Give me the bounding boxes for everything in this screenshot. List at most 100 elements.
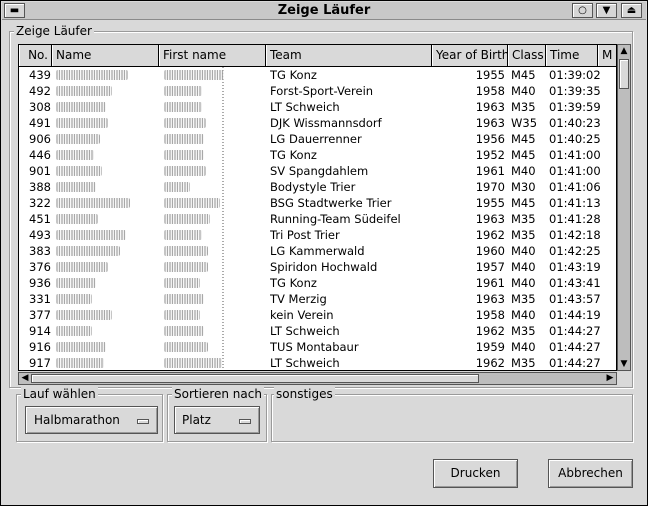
column-header-m[interactable]: M bbox=[598, 45, 616, 66]
cell-team: LG Kammerwald bbox=[270, 244, 365, 258]
column-header-year-of-birth[interactable]: Year of Birth bbox=[432, 45, 508, 66]
table-row[interactable]: 914 LT Schweich 1962 M35 01:44:27 bbox=[19, 323, 616, 339]
cell-team: LT Schweich bbox=[270, 100, 340, 114]
horizontal-scrollbar[interactable]: ◀ ▶ bbox=[18, 372, 617, 385]
cell-no: 493 bbox=[29, 228, 51, 242]
table-row[interactable]: 331 TV Merzig 1963 M35 01:43:57 bbox=[19, 291, 616, 307]
cell-year-of-birth: 1962 bbox=[475, 356, 505, 370]
dialog-window: ▬ Zeige Läufer ○ ▼ ⏏ Zeige Läufer No. Na… bbox=[0, 0, 648, 506]
cell-time: 01:40:23 bbox=[549, 116, 601, 130]
cell-team: SV Spangdahlem bbox=[270, 164, 369, 178]
table-row[interactable]: 383 LG Kammerwald 1960 M40 01:42:25 bbox=[19, 243, 616, 259]
cell-class: M30 bbox=[511, 180, 536, 194]
runners-group-legend: Zeige Läufer bbox=[14, 24, 94, 38]
cell-class: M35 bbox=[511, 228, 536, 242]
scroll-up-icon[interactable]: ▲ bbox=[618, 46, 630, 56]
cell-first-name-redacted bbox=[164, 182, 190, 192]
table-row[interactable]: 906 LG Dauerrenner 1956 M45 01:40:25 bbox=[19, 131, 616, 147]
cell-no: 446 bbox=[29, 148, 51, 162]
column-header-time[interactable]: Time bbox=[546, 45, 598, 66]
cell-no: 376 bbox=[29, 260, 51, 274]
cell-year-of-birth: 1956 bbox=[475, 132, 505, 146]
column-header-first-name[interactable]: First name bbox=[159, 45, 266, 66]
column-header-no[interactable]: No. bbox=[19, 45, 52, 66]
cell-first-name-redacted bbox=[164, 134, 204, 144]
cell-class: M40 bbox=[511, 308, 536, 322]
cell-team: BSG Stadtwerke Trier bbox=[270, 196, 392, 210]
column-header-name[interactable]: Name bbox=[52, 45, 159, 66]
title-bar[interactable]: ▬ Zeige Läufer ○ ▼ ⏏ bbox=[2, 2, 646, 20]
print-button[interactable]: Drucken bbox=[433, 459, 518, 488]
race-select-menu[interactable]: Halbmarathon bbox=[25, 406, 158, 434]
cancel-button[interactable]: Abbrechen bbox=[548, 459, 633, 488]
scroll-down-icon[interactable]: ▼ bbox=[618, 359, 630, 369]
sort-select-menu[interactable]: Platz bbox=[174, 406, 260, 434]
cell-name-redacted bbox=[56, 294, 92, 304]
cell-first-name-redacted bbox=[164, 214, 210, 224]
table-header: No. Name First name Team Year of Birth C… bbox=[19, 45, 616, 67]
column-header-class[interactable]: Class bbox=[508, 45, 546, 66]
scroll-left-icon[interactable]: ◀ bbox=[19, 373, 31, 383]
cell-name-redacted bbox=[56, 70, 128, 80]
cell-name-redacted bbox=[56, 102, 106, 112]
table-row[interactable]: 901 SV Spangdahlem 1961 M40 01:41:00 bbox=[19, 163, 616, 179]
restore-button[interactable]: ○ bbox=[572, 3, 593, 18]
table-row[interactable]: 451 Running-Team Südeifel 1963 M35 01:41:28 bbox=[19, 211, 616, 227]
cell-class: M45 bbox=[511, 132, 536, 146]
horizontal-scroll-thumb[interactable] bbox=[31, 374, 479, 383]
cell-time: 01:39:02 bbox=[549, 68, 601, 82]
cell-year-of-birth: 1963 bbox=[475, 116, 505, 130]
cell-year-of-birth: 1963 bbox=[475, 100, 505, 114]
table-row[interactable]: 308 LT Schweich 1963 M35 01:39:59 bbox=[19, 99, 616, 115]
table-row[interactable]: 916 TUS Montabaur 1959 M40 01:44:27 bbox=[19, 339, 616, 355]
cell-no: 377 bbox=[29, 308, 51, 322]
option-menu-indicator-icon bbox=[239, 419, 251, 424]
window-title: Zeige Läufer bbox=[277, 3, 371, 18]
table-row[interactable]: 493 Tri Post Trier 1962 M35 01:42:18 bbox=[19, 227, 616, 243]
minimize-icon: ▼ bbox=[602, 5, 611, 16]
cell-time: 01:43:57 bbox=[549, 292, 601, 306]
cell-name-redacted bbox=[56, 118, 108, 128]
cell-time: 01:42:18 bbox=[549, 228, 601, 242]
cell-class: M45 bbox=[511, 196, 536, 210]
vertical-scrollbar[interactable]: ▲ ▼ bbox=[617, 44, 631, 371]
table-row[interactable]: 491 DJK Wissmannsdorf 1963 W35 01:40:23 bbox=[19, 115, 616, 131]
column-header-team[interactable]: Team bbox=[266, 45, 432, 66]
cell-year-of-birth: 1957 bbox=[475, 260, 505, 274]
race-select-value: Halbmarathon bbox=[34, 413, 120, 427]
cell-time: 01:39:35 bbox=[549, 84, 601, 98]
table-row[interactable]: 388 Bodystyle Trier 1970 M30 01:41:06 bbox=[19, 179, 616, 195]
table-row[interactable]: 377 kein Verein 1958 M40 01:44:19 bbox=[19, 307, 616, 323]
cell-time: 01:39:59 bbox=[549, 100, 601, 114]
table-row[interactable]: 446 TG Konz 1952 M45 01:41:00 bbox=[19, 147, 616, 163]
maximize-icon: ⏏ bbox=[626, 5, 637, 16]
vertical-scroll-thumb[interactable] bbox=[619, 59, 629, 89]
table-row[interactable]: 439 TG Konz 1955 M45 01:39:02 bbox=[19, 67, 616, 83]
minimize-button[interactable]: ▼ bbox=[596, 3, 617, 18]
table-row[interactable]: 322 BSG Stadtwerke Trier 1955 M45 01:41:13 bbox=[19, 195, 616, 211]
cell-time: 01:41:13 bbox=[549, 196, 601, 210]
table-row[interactable]: 492 Forst-Sport-Verein 1958 M40 01:39:35 bbox=[19, 83, 616, 99]
cell-first-name-redacted bbox=[164, 262, 208, 272]
runners-table[interactable]: No. Name First name Team Year of Birth C… bbox=[18, 44, 617, 371]
table-row[interactable]: 917 LT Schweich 1962 M35 01:44:27 bbox=[19, 355, 616, 370]
maximize-button[interactable]: ⏏ bbox=[621, 3, 642, 18]
cell-year-of-birth: 1961 bbox=[475, 276, 505, 290]
cell-no: 901 bbox=[29, 164, 51, 178]
cell-name-redacted bbox=[56, 358, 104, 368]
cell-time: 01:42:25 bbox=[549, 244, 601, 258]
cell-team: Running-Team Südeifel bbox=[270, 212, 401, 226]
table-row[interactable]: 376 Spiridon Hochwald 1957 M40 01:43:19 bbox=[19, 259, 616, 275]
cell-class: M45 bbox=[511, 68, 536, 82]
cell-name-redacted bbox=[56, 230, 126, 240]
cell-name-redacted bbox=[56, 342, 106, 352]
restore-icon: ○ bbox=[578, 5, 587, 16]
cell-year-of-birth: 1952 bbox=[475, 148, 505, 162]
scroll-right-icon[interactable]: ▶ bbox=[604, 373, 616, 383]
cell-team: Spiridon Hochwald bbox=[270, 260, 378, 274]
table-row[interactable]: 936 TG Konz 1961 M40 01:43:41 bbox=[19, 275, 616, 291]
cell-no: 906 bbox=[29, 132, 51, 146]
cell-name-redacted bbox=[56, 150, 94, 160]
cell-no: 439 bbox=[29, 68, 51, 82]
cell-time: 01:44:27 bbox=[549, 340, 601, 354]
